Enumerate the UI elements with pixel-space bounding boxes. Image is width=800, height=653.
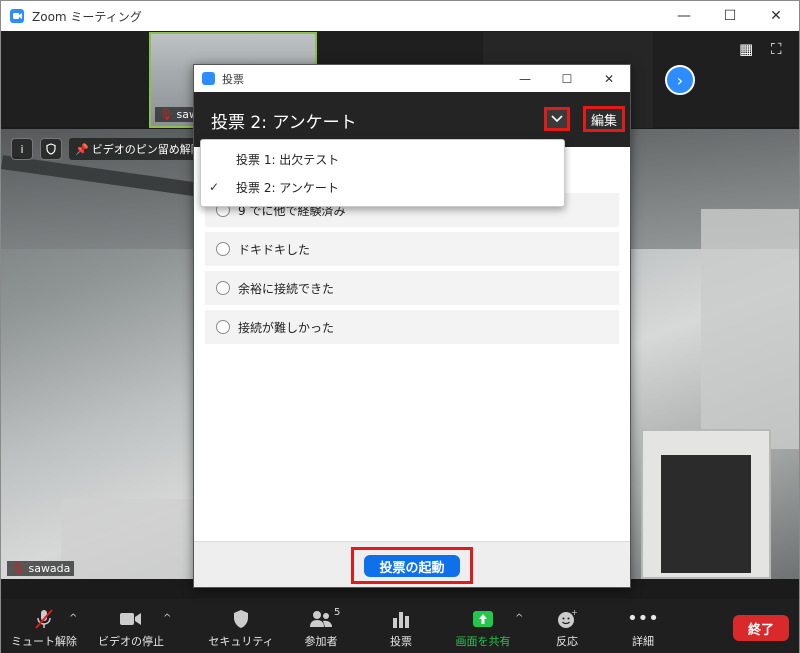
check-icon: ✓: [208, 180, 220, 194]
menu-item-label: 投票 1: 出欠テスト: [236, 152, 340, 167]
poll-dropdown-button[interactable]: [544, 107, 570, 131]
more-label: 詳細: [632, 635, 654, 648]
security-label: セキュリティ: [208, 635, 274, 648]
chevron-up-icon[interactable]: ^: [515, 613, 523, 624]
muted-microphone-icon: [34, 607, 54, 631]
chevron-up-icon[interactable]: ^: [163, 613, 171, 624]
poll-option[interactable]: 余裕に接続できた: [205, 271, 619, 305]
main-titlebar: Zoom ミーティング — ☐ ✕: [1, 1, 799, 31]
info-icon[interactable]: i: [11, 138, 33, 160]
more-button[interactable]: ••• 詳細: [619, 605, 667, 649]
more-dots-icon: •••: [627, 608, 659, 629]
poll-title: 投票 2: アンケート: [211, 113, 357, 133]
share-screen-button[interactable]: 画面を共有: [450, 605, 516, 649]
launch-poll-button[interactable]: 投票の起動: [364, 555, 460, 577]
reactions-label: 反応: [556, 635, 578, 648]
menu-item-label: 投票 2: アンケート: [236, 180, 339, 195]
share-screen-icon: [472, 607, 494, 631]
chevron-down-icon: [551, 113, 563, 126]
chevron-right-icon: ›: [676, 70, 684, 90]
participants-label: 参加者: [304, 635, 338, 648]
main-window-controls: — ☐ ✕: [661, 1, 799, 31]
end-meeting-button[interactable]: 終了: [733, 615, 789, 641]
muted-mic-icon: 🎙: [159, 108, 173, 121]
reactions-button[interactable]: + 反応: [543, 605, 591, 649]
chevron-up-icon[interactable]: ^: [69, 613, 77, 624]
poll-option[interactable]: ドキドキした: [205, 232, 619, 266]
video-boxes: [61, 499, 201, 579]
pin-icon: 📌: [75, 142, 89, 156]
poll-titlebar: 投票 — ☐ ✕: [194, 65, 630, 92]
poll-option[interactable]: 接続が難しかった: [205, 310, 619, 344]
poll-window-title: 投票: [222, 72, 244, 86]
minimize-button[interactable]: —: [504, 65, 546, 92]
video-rack-inner: [661, 455, 751, 573]
radio-button[interactable]: [216, 281, 230, 295]
shield-icon: [232, 607, 250, 631]
stop-video-button[interactable]: ビデオの停止: [98, 605, 164, 649]
polls-label: 投票: [390, 635, 412, 648]
minimize-button[interactable]: —: [661, 1, 707, 31]
unmute-label: ミュート解除: [11, 635, 77, 648]
polls-button[interactable]: 投票: [377, 605, 425, 649]
meeting-toolbar: ミュート解除 ^ ビデオの停止 ^ セキュリティ 参加者 5 投票 画面を共有 …: [1, 599, 799, 653]
menu-item-poll-2[interactable]: ✓ 投票 2: アンケート: [201, 173, 566, 201]
zoom-app-icon: [10, 9, 24, 23]
participants-count: 5: [334, 607, 341, 618]
main-video-name-text: sawada: [28, 562, 71, 575]
gallery-view-icon[interactable]: ▦: [739, 41, 755, 57]
poll-footer: 投票の起動: [194, 541, 630, 587]
fullscreen-icon[interactable]: ⛶: [771, 41, 787, 57]
poll-window-controls: — ☐ ✕: [504, 65, 630, 95]
participants-icon: [309, 607, 333, 631]
poll-option-label: 接続が難しかった: [238, 320, 335, 335]
poll-select-menu: 投票 1: 出欠テスト ✓ 投票 2: アンケート: [200, 139, 565, 207]
shield-icon[interactable]: [40, 138, 62, 160]
edit-button[interactable]: 編集: [583, 106, 625, 132]
stop-video-label: ビデオの停止: [98, 635, 164, 648]
maximize-button[interactable]: ☐: [546, 65, 588, 92]
unpin-video-label: ビデオのピン留め解除: [91, 143, 202, 156]
menu-item-poll-1[interactable]: 投票 1: 出欠テスト: [201, 145, 566, 173]
close-button[interactable]: ✕: [753, 1, 799, 31]
svg-text:+: +: [571, 609, 577, 617]
poll-option-label: 余裕に接続できた: [238, 281, 335, 296]
video-camera-icon: [120, 607, 142, 631]
poll-option-label: ドキドキした: [238, 242, 311, 257]
share-screen-label: 画面を共有: [455, 635, 511, 648]
next-page-button[interactable]: ›: [665, 65, 695, 95]
security-button[interactable]: セキュリティ: [208, 605, 274, 649]
close-button[interactable]: ✕: [588, 65, 630, 92]
main-window-title: Zoom ミーティング: [32, 9, 142, 24]
radio-button[interactable]: [216, 242, 230, 256]
muted-mic-icon: 🎙: [11, 562, 25, 575]
radio-button[interactable]: [216, 320, 230, 334]
zoom-app-icon: [202, 72, 215, 85]
unpin-video-button[interactable]: 📌 ビデオのピン留め解除: [69, 138, 208, 160]
bar-chart-icon: [392, 607, 410, 631]
emoji-icon: +: [557, 607, 577, 631]
main-video-name: 🎙 sawada: [7, 561, 75, 576]
video-rack: [641, 429, 771, 579]
unmute-button[interactable]: ミュート解除: [11, 605, 77, 649]
maximize-button[interactable]: ☐: [707, 1, 753, 31]
video-wall: [701, 209, 799, 449]
